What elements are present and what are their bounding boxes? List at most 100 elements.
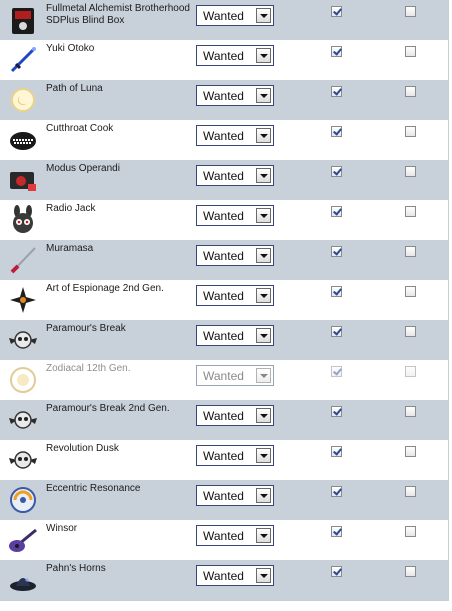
- status-select[interactable]: Wanted: [196, 525, 274, 546]
- list-item: Zodiacal 12th Gen. Wanted: [0, 360, 448, 400]
- chevron-down-icon[interactable]: [256, 128, 271, 143]
- column-2-checkbox[interactable]: [405, 246, 416, 257]
- status-select-value: Wanted: [203, 9, 244, 23]
- column-1-checkbox[interactable]: [331, 486, 342, 497]
- item-name: Eccentric Resonance: [46, 483, 141, 494]
- shuriken-icon: [7, 284, 39, 316]
- column-2-checkbox[interactable]: [405, 366, 416, 377]
- column-2-checkbox[interactable]: [405, 86, 416, 97]
- item-name: Art of Espionage 2nd Gen.: [46, 283, 164, 294]
- status-select-value: Wanted: [203, 489, 244, 503]
- chevron-down-icon[interactable]: [256, 448, 271, 463]
- column-2-checkbox[interactable]: [405, 406, 416, 417]
- status-select[interactable]: Wanted: [196, 405, 274, 426]
- status-select-value: Wanted: [203, 329, 244, 343]
- column-1-checkbox[interactable]: [331, 86, 342, 97]
- list-item: Path of Luna Wanted: [0, 80, 448, 120]
- column-2-checkbox[interactable]: [405, 446, 416, 457]
- status-select[interactable]: Wanted: [196, 285, 274, 306]
- item-list-table: Fullmetal Alchemist Brotherhood SDPlus B…: [0, 0, 449, 601]
- column-2-checkbox[interactable]: [405, 486, 416, 497]
- column-1-checkbox[interactable]: [331, 246, 342, 257]
- column-1-checkbox[interactable]: [331, 286, 342, 297]
- list-item: Yuki Otoko Wanted: [0, 40, 448, 80]
- status-select[interactable]: Wanted: [196, 5, 274, 26]
- status-select[interactable]: Wanted: [196, 245, 274, 266]
- status-select-value: Wanted: [203, 569, 244, 583]
- winged-skull-icon: [7, 444, 39, 476]
- column-1-checkbox[interactable]: [331, 206, 342, 217]
- chevron-down-icon[interactable]: [256, 568, 271, 583]
- column-2-checkbox[interactable]: [405, 126, 416, 137]
- list-item: Eccentric Resonance Wanted: [0, 480, 448, 520]
- column-1-checkbox[interactable]: [331, 326, 342, 337]
- status-select-value: Wanted: [203, 409, 244, 423]
- item-name: Modus Operandi: [46, 163, 120, 174]
- chevron-down-icon[interactable]: [256, 248, 271, 263]
- status-select[interactable]: Wanted: [196, 365, 274, 386]
- status-select[interactable]: Wanted: [196, 485, 274, 506]
- column-1-checkbox[interactable]: [331, 366, 342, 377]
- item-name: Muramasa: [46, 243, 94, 254]
- item-name: Zodiacal 12th Gen.: [46, 363, 131, 374]
- column-1-checkbox[interactable]: [331, 526, 342, 537]
- chevron-down-icon[interactable]: [256, 8, 271, 23]
- winged-skull-icon: [7, 324, 39, 356]
- status-select[interactable]: Wanted: [196, 45, 274, 66]
- column-1-checkbox[interactable]: [331, 126, 342, 137]
- column-1-checkbox[interactable]: [331, 6, 342, 17]
- winged-skull-icon: [7, 404, 39, 436]
- dark-hat-icon: [7, 564, 39, 596]
- item-name: Yuki Otoko: [46, 43, 95, 54]
- chevron-down-icon[interactable]: [256, 408, 271, 423]
- item-name: Paramour's Break 2nd Gen.: [46, 403, 170, 414]
- column-2-checkbox[interactable]: [405, 206, 416, 217]
- column-1-checkbox[interactable]: [331, 566, 342, 577]
- status-select-value: Wanted: [203, 529, 244, 543]
- chevron-down-icon[interactable]: [256, 288, 271, 303]
- chevron-down-icon[interactable]: [256, 488, 271, 503]
- black-box-icon: [7, 4, 39, 36]
- list-item: Muramasa Wanted: [0, 240, 448, 280]
- purple-guitar-icon: [7, 524, 39, 556]
- chevron-down-icon[interactable]: [256, 208, 271, 223]
- chevron-down-icon[interactable]: [256, 368, 271, 383]
- column-2-checkbox[interactable]: [405, 566, 416, 577]
- column-2-checkbox[interactable]: [405, 46, 416, 57]
- list-item: Paramour's Break Wanted: [0, 320, 448, 360]
- item-name: Pahn's Horns: [46, 563, 106, 574]
- status-select[interactable]: Wanted: [196, 125, 274, 146]
- status-select-value: Wanted: [203, 289, 244, 303]
- status-select[interactable]: Wanted: [196, 325, 274, 346]
- list-item: Modus Operandi Wanted: [0, 160, 448, 200]
- column-2-checkbox[interactable]: [405, 166, 416, 177]
- chevron-down-icon[interactable]: [256, 168, 271, 183]
- column-1-checkbox[interactable]: [331, 166, 342, 177]
- column-2-checkbox[interactable]: [405, 526, 416, 537]
- status-select-value: Wanted: [203, 249, 244, 263]
- blue-sword-icon: [7, 44, 39, 76]
- status-select[interactable]: Wanted: [196, 85, 274, 106]
- column-1-checkbox[interactable]: [331, 406, 342, 417]
- chevron-down-icon[interactable]: [256, 528, 271, 543]
- item-name: Cutthroat Cook: [46, 123, 114, 134]
- item-name: Fullmetal Alchemist Brotherhood SDPlus B…: [46, 3, 190, 26]
- chevron-down-icon[interactable]: [256, 328, 271, 343]
- list-item: Winsor Wanted: [0, 520, 448, 560]
- list-item: Fullmetal Alchemist Brotherhood SDPlus B…: [0, 0, 448, 40]
- status-select[interactable]: Wanted: [196, 445, 274, 466]
- column-2-checkbox[interactable]: [405, 286, 416, 297]
- column-2-checkbox[interactable]: [405, 326, 416, 337]
- status-select[interactable]: Wanted: [196, 205, 274, 226]
- status-select[interactable]: Wanted: [196, 165, 274, 186]
- red-katana-icon: [7, 244, 39, 276]
- status-select-value: Wanted: [203, 209, 244, 223]
- column-2-checkbox[interactable]: [405, 6, 416, 17]
- chevron-down-icon[interactable]: [256, 88, 271, 103]
- column-1-checkbox[interactable]: [331, 446, 342, 457]
- column-1-checkbox[interactable]: [331, 46, 342, 57]
- item-name: Paramour's Break: [46, 323, 126, 334]
- status-select[interactable]: Wanted: [196, 565, 274, 586]
- status-select-value: Wanted: [203, 129, 244, 143]
- chevron-down-icon[interactable]: [256, 48, 271, 63]
